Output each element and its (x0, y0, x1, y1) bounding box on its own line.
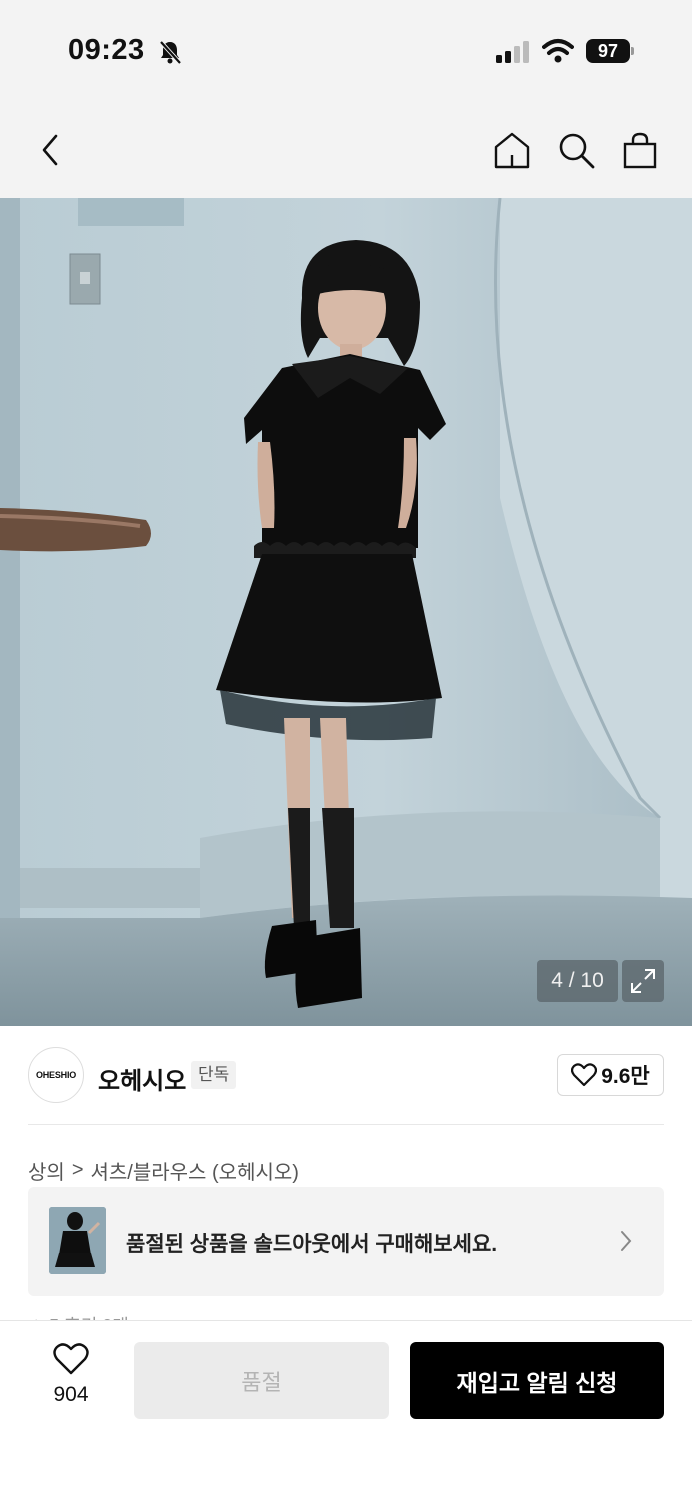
breadcrumb: 상의 > 셔츠/블라우스 (오헤시오) (28, 1156, 299, 1185)
back-button[interactable] (30, 128, 70, 172)
image-counter: 4 / 10 (537, 960, 618, 1002)
battery-level: 97 (586, 39, 630, 63)
breadcrumb-category[interactable]: 상의 (28, 1156, 65, 1185)
breadcrumb-subcategory[interactable]: 셔츠/블라우스 (오헤시오) (91, 1156, 299, 1185)
home-button[interactable] (492, 128, 532, 172)
home-icon (494, 132, 530, 169)
bell-muted-icon (159, 40, 182, 65)
expand-icon (631, 969, 655, 993)
search-icon (559, 133, 595, 169)
brand-name[interactable]: 오헤시오 (98, 1061, 186, 1096)
chevron-left-icon (42, 134, 58, 166)
heart-icon (53, 1343, 89, 1375)
status-time: 09:23 (68, 34, 145, 66)
banner-thumbnail (49, 1207, 106, 1274)
status-bar: 09:23 97 (0, 0, 692, 100)
expand-button[interactable] (622, 960, 664, 1002)
brand-logo[interactable]: OHESHIO (28, 1047, 84, 1103)
wifi-icon (542, 39, 574, 63)
soldout-banner[interactable]: 품절된 상품을 솔드아웃에서 구매해보세요. (28, 1187, 664, 1296)
brand-like-button[interactable]: 9.6만 (557, 1054, 664, 1096)
heart-icon (571, 1063, 598, 1087)
soldout-button: 품절 (134, 1342, 389, 1419)
top-header: 09:23 97 (0, 0, 692, 198)
chevron-right-icon (621, 1231, 632, 1251)
battery-indicator: 97 (586, 39, 634, 63)
cart-button[interactable] (620, 128, 660, 172)
divider (28, 1124, 664, 1125)
cellular-signal-icon (496, 41, 529, 63)
wishlist-count: 904 (53, 1383, 89, 1406)
breadcrumb-separator: > (71, 1159, 84, 1181)
battery-nub (631, 47, 634, 55)
exclusive-badge: 단독 (191, 1061, 237, 1089)
shopping-bag-icon (623, 132, 657, 169)
product-image[interactable] (0, 198, 692, 1026)
search-button[interactable] (556, 128, 596, 172)
brand-like-count: 9.6만 (601, 1065, 650, 1088)
wishlist-button[interactable]: 904 (40, 1342, 102, 1412)
banner-text: 품절된 상품을 솔드아웃에서 구매해보세요. (126, 1233, 498, 1256)
restock-alert-button[interactable]: 재입고 알림 신청 (410, 1342, 664, 1419)
